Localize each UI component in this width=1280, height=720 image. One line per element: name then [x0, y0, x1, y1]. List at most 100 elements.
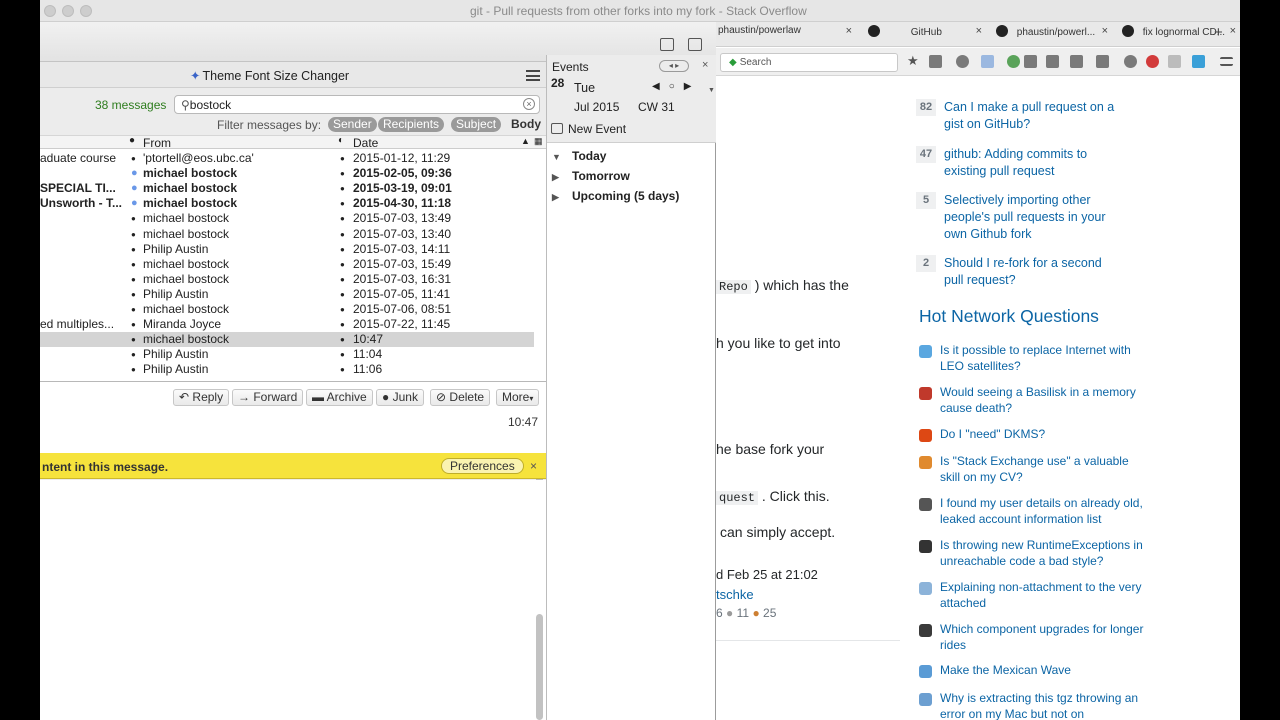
tab-close-icon[interactable]: ×: [1230, 25, 1236, 37]
minimize-window-button[interactable]: [62, 5, 74, 17]
unread-dot-icon: ●: [131, 182, 138, 195]
message-search-input[interactable]: ⚲bostock ×: [174, 95, 540, 114]
close-icon[interactable]: ×: [702, 59, 708, 71]
hot-question-link[interactable]: Make the Mexican Wave: [940, 663, 1150, 679]
browser-tab[interactable]: phaustin/powerl... ×: [996, 25, 1108, 45]
message-row[interactable]: ● Philip Austin ● 11:04: [40, 347, 534, 362]
question-link[interactable]: Selectively importing other people's pul…: [944, 192, 1124, 243]
message-row[interactable]: ● michael bostock ● 2015-07-03, 15:49: [40, 257, 534, 272]
hot-question-link[interactable]: Do I "need" DKMS?: [940, 427, 1150, 443]
linked-question[interactable]: 2 Should I re-fork for a second pull req…: [916, 255, 1136, 295]
forward-button[interactable]: → Forward: [232, 389, 304, 406]
addon-icon[interactable]: [1168, 55, 1181, 68]
sync-icon[interactable]: [956, 55, 969, 68]
message-row[interactable]: ● michael bostock ● 2015-07-03, 13:40: [40, 227, 534, 242]
hot-question-link[interactable]: Why is extracting this tgz throwing an e…: [940, 691, 1150, 720]
junk-column-icon[interactable]: ◐: [338, 135, 344, 146]
message-row[interactable]: ● michael bostock ● 2015-02-05, 09:36: [40, 166, 534, 181]
message-row[interactable]: ● michael bostock ● 10:47: [40, 332, 534, 348]
previous-day-icon[interactable]: ◀: [652, 81, 669, 92]
view-toggle-icon[interactable]: ◂ ▸: [659, 60, 689, 72]
clear-search-icon[interactable]: ×: [523, 98, 535, 110]
page-icon[interactable]: [1024, 55, 1037, 68]
browser-search-input[interactable]: ◆ Search: [720, 53, 898, 72]
browser-tab[interactable]: phaustin/powerlaw ×: [718, 25, 852, 45]
tab-close-icon[interactable]: ×: [1102, 25, 1108, 37]
screenshot-icon[interactable]: [1046, 55, 1059, 68]
menu-icon[interactable]: [1220, 57, 1233, 66]
hot-question-link[interactable]: Is it possible to replace Internet with …: [940, 343, 1150, 374]
message-body-scrollbar[interactable]: [536, 614, 543, 720]
message-row[interactable]: Unsworth - T... ● michael bostock ● 2015-04-…: [40, 196, 534, 211]
reading-list-icon[interactable]: [929, 55, 942, 68]
next-day-icon[interactable]: ▶: [684, 81, 701, 92]
message-row[interactable]: ● michael bostock ● 2015-07-03, 16:31: [40, 272, 534, 287]
linked-question[interactable]: 47 github: Adding commits to existing pu…: [916, 146, 1136, 186]
message-row[interactable]: aduate course ● 'ptortell@eos.ubc.ca' ● 2015…: [40, 151, 534, 166]
message-row[interactable]: ● Philip Austin ● 2015-07-03, 14:11: [40, 242, 534, 257]
hot-question-link[interactable]: Which component upgrades for longer ride…: [940, 622, 1150, 653]
tasks-icon[interactable]: [688, 38, 702, 51]
events-group-today[interactable]: ▼ Today: [552, 149, 606, 163]
date-column-header[interactable]: Date: [353, 136, 378, 150]
close-window-button[interactable]: [44, 5, 56, 17]
browser-tab[interactable]: GitHub ×: [868, 25, 982, 45]
archive-button[interactable]: ▬ Archive: [306, 389, 373, 406]
tab-close-icon[interactable]: ×: [846, 25, 852, 37]
question-link[interactable]: Should I re-fork for a second pull reque…: [944, 255, 1124, 289]
sort-ascending-icon[interactable]: ▲: [521, 136, 530, 146]
message-row[interactable]: ● michael bostock ● 2015-07-06, 08:51: [40, 302, 534, 317]
hot-question-link[interactable]: Is throwing new RuntimeExceptions in unr…: [940, 538, 1150, 569]
from-column-header[interactable]: From: [143, 136, 171, 150]
question-link[interactable]: Can I make a pull request on a gist on G…: [944, 99, 1124, 133]
download-icon[interactable]: [981, 55, 994, 68]
user-link[interactable]: tschke: [716, 587, 754, 602]
filter-recipients-button[interactable]: Recipients: [378, 117, 445, 132]
twitter-icon[interactable]: [1192, 55, 1205, 68]
calendar-icon[interactable]: [660, 38, 674, 51]
message-from: 'ptortell@eos.ubc.ca': [143, 151, 254, 165]
chevron-down-icon[interactable]: ▼: [708, 87, 715, 94]
events-group-upcoming[interactable]: ▶ Upcoming (5 days): [552, 189, 679, 203]
tab-close-icon[interactable]: ×: [976, 25, 982, 37]
column-picker-icon[interactable]: ▦: [534, 136, 543, 147]
adblock-icon[interactable]: [1146, 55, 1159, 68]
github-icon: [996, 25, 1008, 37]
bookmark-star-icon[interactable]: ★: [907, 53, 920, 68]
delete-button[interactable]: ⊘ Delete: [430, 389, 491, 406]
reply-button[interactable]: ↶ Reply: [173, 389, 230, 406]
linked-question[interactable]: 5 Selectively importing other people's p…: [916, 192, 1136, 248]
linked-question[interactable]: 82 Can I make a pull request on a gist o…: [916, 99, 1136, 139]
filter-sender-button[interactable]: Sender: [328, 117, 377, 132]
pdf-icon[interactable]: [1070, 55, 1083, 68]
message-date: 2015-07-22, 11:45: [353, 317, 451, 332]
message-row[interactable]: ● michael bostock ● 2015-07-03, 13:49: [40, 211, 534, 226]
message-row[interactable]: SPECIAL TI... ● michael bostock ● 2015-03-19…: [40, 181, 534, 196]
new-event-button[interactable]: New Event: [551, 122, 626, 136]
extension-icon[interactable]: [1007, 55, 1020, 68]
events-group-tomorrow[interactable]: ▶ Tomorrow: [552, 169, 630, 183]
hot-question-link[interactable]: I found my user details on already old, …: [940, 496, 1150, 527]
question-link[interactable]: github: Adding commits to existing pull …: [944, 146, 1124, 180]
more-button[interactable]: More▾: [496, 389, 540, 406]
addon-icon[interactable]: [1096, 55, 1109, 68]
message-from: michael bostock: [143, 196, 238, 211]
close-icon[interactable]: ×: [530, 459, 537, 473]
preferences-button[interactable]: Preferences: [441, 458, 524, 474]
message-row[interactable]: ● Philip Austin ● 11:06: [40, 362, 534, 377]
message-row[interactable]: ed multiples... ● Miranda Joyce ● 2015-07-22…: [40, 317, 534, 332]
new-tab-button[interactable]: +: [1214, 24, 1223, 41]
hot-question-link[interactable]: Would seeing a Basilisk in a memory caus…: [940, 385, 1150, 416]
menu-icon[interactable]: [526, 70, 540, 81]
message-row[interactable]: ● Philip Austin ● 2015-07-05, 11:41: [40, 287, 534, 302]
junk-button[interactable]: ● Junk: [376, 389, 424, 406]
zoom-window-button[interactable]: [80, 5, 92, 17]
read-status-column-icon[interactable]: ●: [129, 135, 135, 146]
today-icon[interactable]: ○: [669, 81, 684, 92]
hot-question-link[interactable]: Explaining non-attachment to the very at…: [940, 580, 1150, 611]
theme-font-size-button[interactable]: ✦ Theme Font Size Changer: [190, 68, 349, 83]
bell-icon[interactable]: [1124, 55, 1137, 68]
filter-subject-button[interactable]: Subject: [451, 117, 502, 132]
hot-question-link[interactable]: Is "Stack Exchange use" a valuable skill…: [940, 454, 1150, 485]
filter-body-button[interactable]: Body: [511, 117, 541, 131]
